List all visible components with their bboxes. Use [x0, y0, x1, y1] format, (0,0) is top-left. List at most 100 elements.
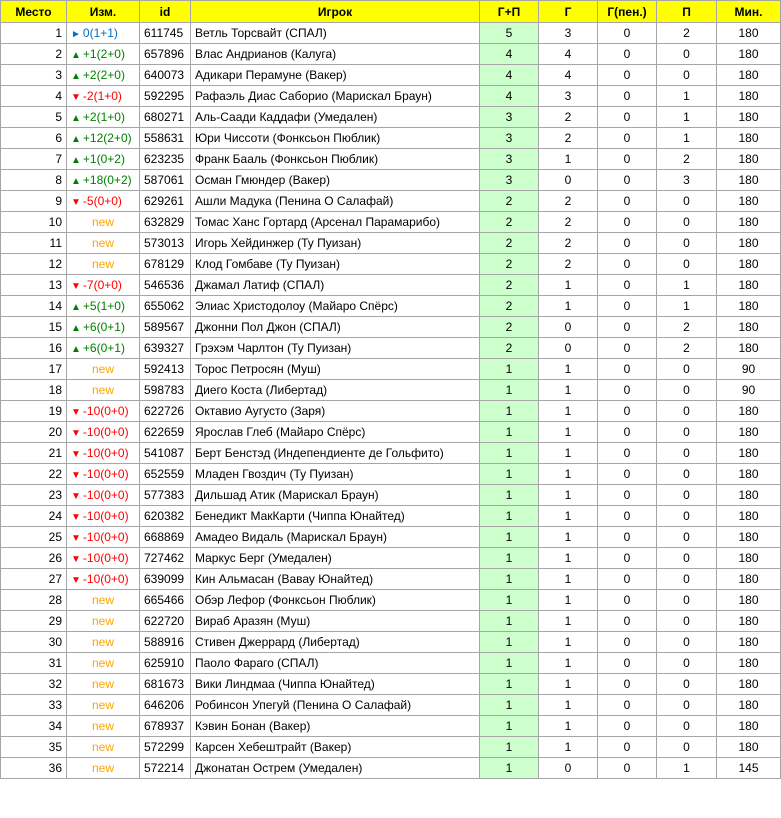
minutes-cell: 180: [716, 85, 781, 107]
rank-cell: 19: [0, 400, 67, 422]
goals-assists-cell: 1: [479, 652, 539, 674]
table-row: 27 ▼ -10(0+0) 639099 Кин Альмасан (Вавау Юна…: [0, 568, 781, 590]
minutes-cell: 180: [716, 337, 781, 359]
rank-cell: 4: [0, 85, 67, 107]
minutes-cell: 180: [716, 253, 781, 275]
player-id-cell: 625910: [139, 652, 191, 674]
player-name-cell: Стивен Джеррард (Либертад): [190, 631, 480, 653]
header-minutes[interactable]: Мин.: [716, 0, 781, 23]
penalty-goals-cell: 0: [597, 400, 657, 422]
assists-cell: 1: [656, 274, 717, 296]
assists-cell: 0: [656, 610, 717, 632]
goals-cell: 1: [538, 379, 598, 401]
rank-cell: 20: [0, 421, 67, 443]
goals-cell: 1: [538, 736, 598, 758]
player-id-cell: 598783: [139, 379, 191, 401]
penalty-goals-cell: 0: [597, 505, 657, 527]
penalty-goals-cell: 0: [597, 253, 657, 275]
new-badge: new: [91, 362, 114, 376]
player-name-cell: Берт Бенстэд (Индепендиенте де Гольфито): [190, 442, 480, 464]
header-goals-assists[interactable]: Г+П: [479, 0, 539, 23]
minutes-cell: 180: [716, 190, 781, 212]
rank-cell: 28: [0, 589, 67, 611]
header-id[interactable]: id: [139, 0, 191, 23]
arrow-down-icon: ▼: [71, 428, 81, 439]
header-penalty-goals[interactable]: Г(пен.): [597, 0, 657, 23]
assists-cell: 1: [656, 85, 717, 107]
player-name-cell: Ветль Торсвайт (СПАЛ): [190, 22, 480, 44]
header-player[interactable]: Игрок: [190, 0, 480, 23]
assists-cell: 0: [656, 673, 717, 695]
goals-cell: 1: [538, 547, 598, 569]
change-cell: new: [66, 589, 140, 611]
goals-assists-cell: 1: [479, 442, 539, 464]
change-value: +2(1+0): [82, 110, 125, 124]
goals-cell: 2: [538, 211, 598, 233]
penalty-goals-cell: 0: [597, 673, 657, 695]
player-name-cell: Торос Петросян (Муш): [190, 358, 480, 380]
change-value: +1(0+2): [82, 152, 125, 166]
player-name-cell: Рафаэль Диас Саборио (Марискал Браун): [190, 85, 480, 107]
goals-assists-cell: 1: [479, 568, 539, 590]
change-cell: new: [66, 736, 140, 758]
assists-cell: 0: [656, 505, 717, 527]
rank-cell: 35: [0, 736, 67, 758]
header-goals[interactable]: Г: [538, 0, 598, 23]
goals-cell: 0: [538, 316, 598, 338]
table-row: 33 new 646206 Робинсон Упегуй (Пенина О Сал…: [0, 694, 781, 716]
change-cell: new: [66, 715, 140, 737]
goals-cell: 1: [538, 274, 598, 296]
goals-assists-cell: 1: [479, 421, 539, 443]
minutes-cell: 180: [716, 715, 781, 737]
header-rank[interactable]: Место: [0, 0, 67, 23]
change-value: 0(1+1): [82, 26, 118, 40]
penalty-goals-cell: 0: [597, 295, 657, 317]
change-value: -10(0+0): [82, 572, 129, 586]
table-row: 1 ► 0(1+1) 611745 Ветль Торсвайт (СПАЛ) 5 3 0 2 1…: [0, 22, 781, 44]
goals-cell: 2: [538, 253, 598, 275]
change-cell: ► 0(1+1): [66, 22, 140, 44]
arrow-down-icon: ▼: [71, 197, 81, 208]
table-row: 7 ▲ +1(0+2) 623235 Франк Бааль (Фонксьон Пюб…: [0, 148, 781, 170]
change-value: -5(0+0): [82, 194, 122, 208]
change-value: +18(0+2): [82, 173, 132, 187]
player-id-cell: 646206: [139, 694, 191, 716]
goals-assists-cell: 2: [479, 316, 539, 338]
player-id-cell: 558631: [139, 127, 191, 149]
goals-assists-cell: 1: [479, 358, 539, 380]
header-assists[interactable]: П: [656, 0, 717, 23]
table-row: 11 new 573013 Игорь Хейдинжер (Ту Пуизан) 2 2…: [0, 232, 781, 254]
new-badge: new: [91, 383, 114, 397]
change-cell: ▼ -10(0+0): [66, 526, 140, 548]
player-name-cell: Карсен Хебештрайт (Вакер): [190, 736, 480, 758]
goals-assists-cell: 4: [479, 64, 539, 86]
change-cell: ▼ -10(0+0): [66, 568, 140, 590]
goals-cell: 1: [538, 694, 598, 716]
goals-assists-cell: 1: [479, 694, 539, 716]
goals-cell: 4: [538, 64, 598, 86]
player-name-cell: Вики Линдмаа (Чиппа Юнайтед): [190, 673, 480, 695]
rank-cell: 6: [0, 127, 67, 149]
minutes-cell: 180: [716, 232, 781, 254]
arrow-up-icon: ▲: [71, 302, 81, 313]
rank-cell: 5: [0, 106, 67, 128]
penalty-goals-cell: 0: [597, 169, 657, 191]
assists-cell: 0: [656, 64, 717, 86]
new-badge: new: [91, 215, 114, 229]
rank-cell: 31: [0, 652, 67, 674]
minutes-cell: 180: [716, 505, 781, 527]
goals-cell: 1: [538, 484, 598, 506]
player-name-cell: Амадео Видаль (Марискал Браун): [190, 526, 480, 548]
penalty-goals-cell: 0: [597, 652, 657, 674]
player-name-cell: Паоло Фараго (СПАЛ): [190, 652, 480, 674]
change-value: -10(0+0): [82, 551, 129, 565]
minutes-cell: 180: [716, 589, 781, 611]
header-change[interactable]: Изм.: [66, 0, 140, 23]
arrow-up-icon: ▲: [71, 155, 81, 166]
penalty-goals-cell: 0: [597, 148, 657, 170]
player-id-cell: 587061: [139, 169, 191, 191]
penalty-goals-cell: 0: [597, 547, 657, 569]
goals-assists-cell: 2: [479, 232, 539, 254]
rank-cell: 9: [0, 190, 67, 212]
change-cell: ▲ +18(0+2): [66, 169, 140, 191]
